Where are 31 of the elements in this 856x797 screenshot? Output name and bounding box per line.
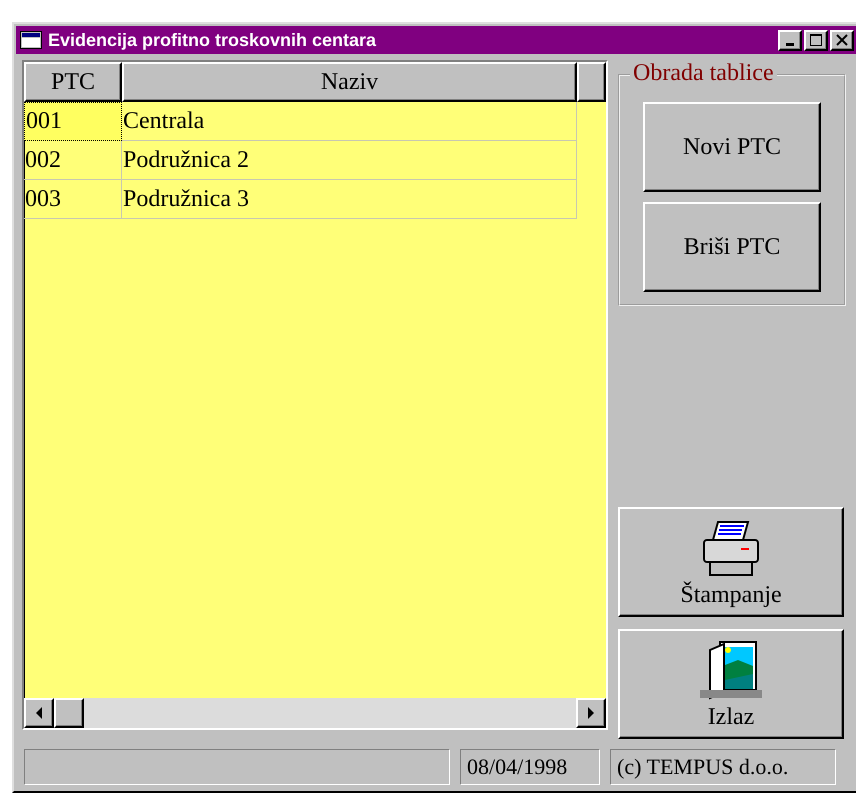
column-header[interactable]: Naziv [122,62,577,102]
printer-icon [701,520,761,578]
scroll-right-button[interactable] [576,698,606,728]
scroll-thumb[interactable] [54,698,84,728]
scroll-left-button[interactable] [24,698,54,728]
minimize-button[interactable] [778,30,802,50]
table-cell: 003 [24,180,122,219]
open-door-icon [698,640,764,700]
maximize-icon [810,34,822,46]
left-arrow-icon [35,707,43,719]
window-title: Evidencija profitno troskovnih centara [48,30,378,50]
table-cell: Podružnica 2 [122,141,577,180]
horizontal-scrollbar[interactable] [24,698,606,728]
minimize-icon [786,43,794,46]
table-cell: Podružnica 3 [122,180,577,219]
close-icon [836,34,848,46]
table-cell: Centrala [122,102,577,141]
exit-button[interactable]: Izlaz [618,629,844,739]
window-icon [20,31,42,49]
status-date: 08/04/1998 [460,749,600,785]
close-button[interactable] [830,30,854,50]
command-button[interactable]: Novi PTC [643,102,821,192]
maximize-button[interactable] [804,30,828,50]
column-header[interactable]: PTC [24,62,122,102]
status-copyright: (c) TEMPUS d.o.o. [610,749,836,785]
command-button[interactable]: Briši PTC [643,202,821,292]
table-cell: 002 [24,141,122,180]
table-cell: 001 [24,102,122,141]
header-stub [577,62,606,102]
print-button[interactable]: Štampanje [618,507,844,617]
right-arrow-icon [587,707,595,719]
